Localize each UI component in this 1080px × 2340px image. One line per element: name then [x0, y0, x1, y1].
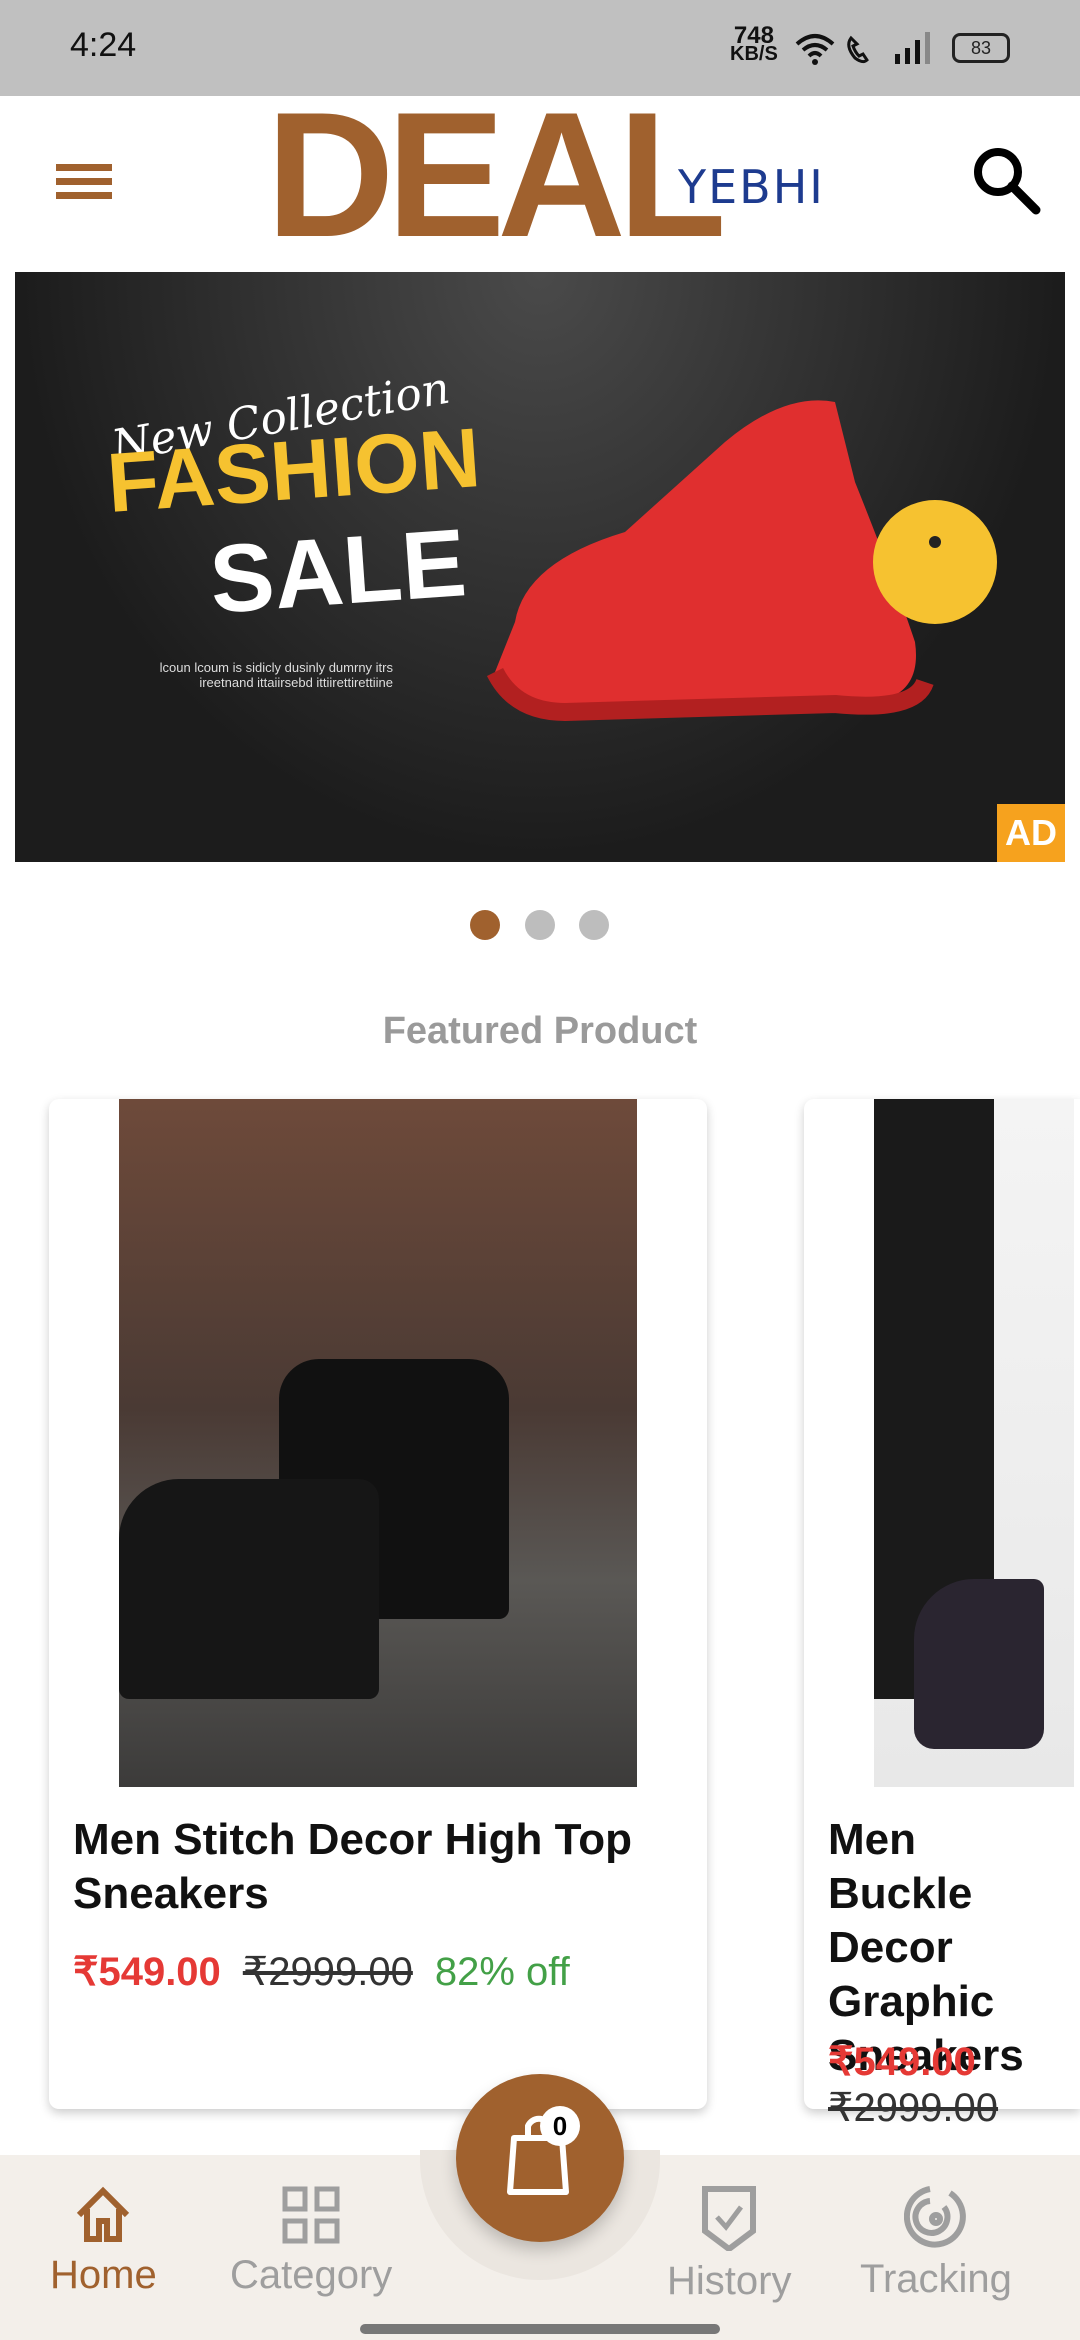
- search-icon[interactable]: [970, 144, 1042, 216]
- nav-label: Home: [50, 2253, 157, 2297]
- nav-tracking[interactable]: Tracking: [860, 2185, 1012, 2302]
- ad-badge: AD: [997, 804, 1065, 862]
- home-icon: [77, 2186, 130, 2242]
- nav-label: Tracking: [860, 2257, 1012, 2301]
- product-image: [874, 1099, 1074, 1787]
- menu-icon-bar: [56, 192, 112, 199]
- network-speed: 748 KB/S: [730, 24, 778, 65]
- product-mrp: ₹2999.00: [242, 1950, 413, 1994]
- radar-icon: [903, 2186, 966, 2248]
- product-discount: 82% off: [434, 1950, 570, 1994]
- nav-category[interactable]: Category: [230, 2185, 392, 2298]
- nav-label: History: [667, 2259, 792, 2303]
- speed-unit: KB/S: [730, 43, 778, 65]
- product-title: Men Stitch Decor High Top Sneakers: [73, 1815, 632, 1918]
- promo-banner[interactable]: New Collection FASHION SALE lcoun lcoum …: [15, 272, 1065, 862]
- logo-subtext: YEBHI: [678, 160, 825, 214]
- cart-button[interactable]: 0: [456, 2074, 624, 2242]
- battery-icon: 83: [952, 33, 1010, 63]
- home-indicator[interactable]: [360, 2324, 720, 2334]
- carousel-dot-active[interactable]: [470, 910, 500, 940]
- shield-check-icon: [702, 2186, 757, 2251]
- logo-text: DEAL: [266, 75, 727, 274]
- carousel-dot[interactable]: [525, 910, 555, 940]
- product-card[interactable]: Men Stitch Decor High Top Sneakers ₹549.…: [49, 1099, 707, 2109]
- product-image: [119, 1099, 637, 1787]
- menu-button[interactable]: [50, 156, 120, 206]
- product-price: ₹549.00: [828, 2040, 976, 2084]
- section-title: Featured Product: [382, 1010, 698, 1052]
- carousel-dot[interactable]: [579, 910, 609, 940]
- product-card[interactable]: Men Buckle Decor Graphic Sneakers ₹549.0…: [804, 1099, 1080, 2130]
- nav-home[interactable]: Home: [50, 2185, 157, 2298]
- signal-icons: [795, 32, 930, 65]
- product-mrp: ₹2999.00: [828, 2086, 999, 2130]
- clock: 4:24: [70, 26, 137, 64]
- sneaker-image: [486, 400, 997, 722]
- banner-subheadline: SALE: [206, 509, 470, 634]
- nav-history[interactable]: History: [667, 2185, 791, 2304]
- menu-icon-bar: [56, 178, 112, 185]
- cart-count-badge: 0: [540, 2106, 580, 2146]
- price-row: ₹549.00 ₹2999.00 82% off: [73, 1949, 570, 1995]
- price-row: ₹549.00 ₹2999.00: [828, 2039, 1068, 2131]
- menu-icon: [56, 164, 112, 171]
- grid-icon: [282, 2186, 340, 2244]
- product-price: ₹549.00: [73, 1950, 221, 1994]
- banner-small-text: lcoun lcoum is sidicly dusinly dumrny it…: [159, 660, 393, 690]
- nav-label: Category: [230, 2253, 393, 2297]
